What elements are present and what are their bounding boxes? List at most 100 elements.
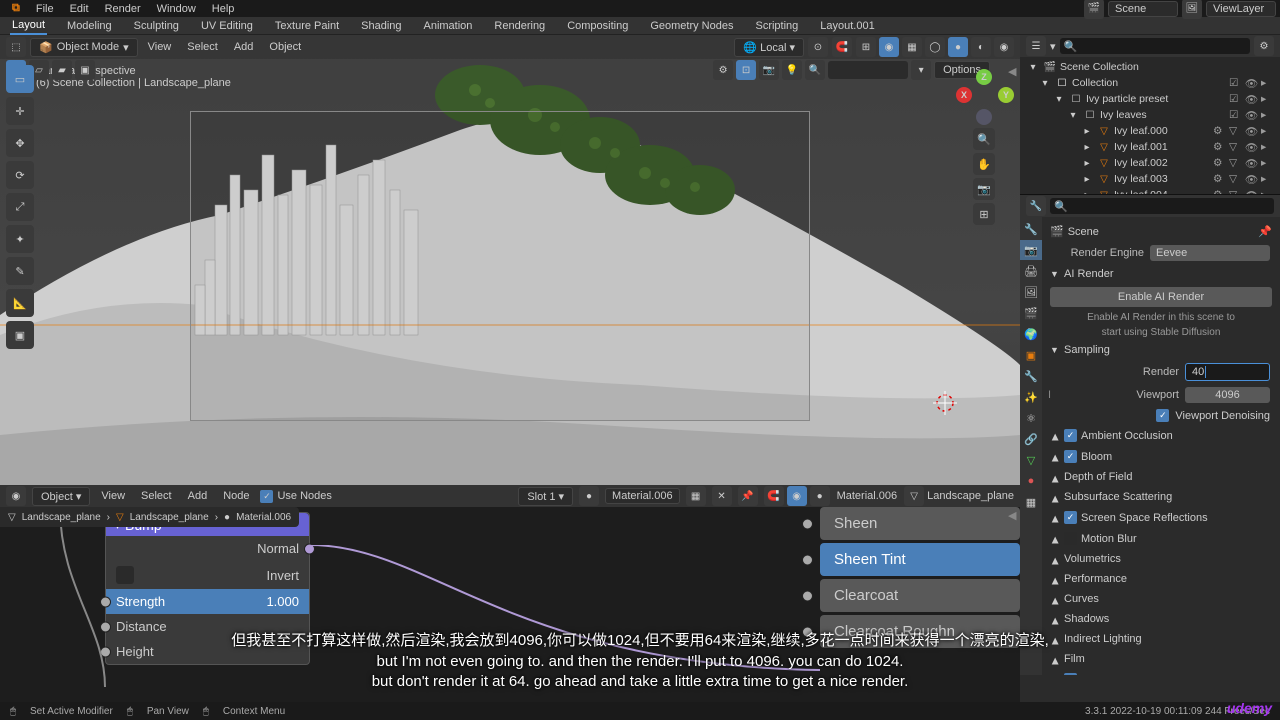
ptab-material[interactable]: ●: [1020, 471, 1042, 491]
select-mode3-icon[interactable]: ▰: [52, 60, 72, 80]
panel-depth-of-field[interactable]: ▶Depth of Field: [1048, 467, 1274, 487]
bump-strength-value[interactable]: 1.000: [266, 594, 299, 609]
ne-editor-icon[interactable]: ◉: [6, 486, 26, 506]
menu-window[interactable]: Window: [149, 3, 204, 15]
ne-snap-icon[interactable]: 🧲: [764, 486, 784, 506]
menu-object[interactable]: Object: [263, 41, 307, 53]
material-new-icon[interactable]: ✕: [712, 486, 732, 506]
vis-overlay-icon[interactable]: ⊡: [736, 60, 756, 80]
shading-matprev-icon[interactable]: ◐: [971, 37, 991, 57]
tool-scale[interactable]: ⤢: [6, 193, 34, 221]
tree-item[interactable]: ▸▽Ivy leaf.001⚙▽👁▸: [1024, 139, 1276, 155]
overlay-toggle-icon[interactable]: ◉: [879, 37, 899, 57]
ptab-data[interactable]: ▽: [1020, 450, 1042, 470]
menu-select[interactable]: Select: [181, 41, 224, 53]
pin-icon[interactable]: 📌: [1258, 225, 1272, 238]
tab-layout[interactable]: Layout: [10, 17, 47, 35]
ne-mode-dropdown[interactable]: Object ▾: [32, 487, 90, 506]
tool-cursor[interactable]: ✛: [6, 97, 34, 125]
ptab-texture[interactable]: ▦: [1020, 492, 1042, 512]
camera-icon[interactable]: 📷: [973, 178, 995, 200]
outliner[interactable]: ☰ ▾ 🔍 ⚙ ▾🎬Scene Collection ▾☐Collection☑…: [1020, 35, 1280, 195]
ptab-render[interactable]: 📷: [1020, 240, 1042, 260]
ne-menu-add[interactable]: Add: [183, 490, 213, 502]
menu-view[interactable]: View: [142, 41, 178, 53]
tab-uv[interactable]: UV Editing: [199, 18, 255, 34]
ne-overlay-icon[interactable]: ◉: [787, 486, 807, 506]
ptab-output[interactable]: 🖨: [1020, 261, 1042, 281]
tab-compositing[interactable]: Compositing: [565, 18, 630, 34]
ptab-physics[interactable]: ⚛: [1020, 408, 1042, 428]
scene-name-field[interactable]: Scene: [1108, 1, 1178, 17]
persp-icon[interactable]: ⊞: [973, 203, 995, 225]
material-browse-icon[interactable]: ▦: [686, 486, 706, 506]
viewport-samples-input[interactable]: 4096: [1185, 387, 1270, 403]
pin-icon[interactable]: 📌: [738, 486, 758, 506]
ne-sidebar-toggle-icon[interactable]: ◀: [1008, 509, 1018, 522]
shader-clearcoat[interactable]: Clearcoat: [820, 579, 1020, 612]
tab-texpaint[interactable]: Texture Paint: [273, 18, 341, 34]
shading-wire-icon[interactable]: ◯: [925, 37, 945, 57]
xray-icon[interactable]: ▦: [902, 37, 922, 57]
outliner-search[interactable]: 🔍: [1060, 38, 1250, 54]
outliner-editor-icon[interactable]: ☰: [1026, 36, 1046, 56]
ne-menu-select[interactable]: Select: [136, 490, 177, 502]
outliner-display-dropdown[interactable]: ▾: [1050, 40, 1056, 53]
search-icon[interactable]: 🔍: [805, 60, 825, 80]
shading-render-icon[interactable]: ◉: [994, 37, 1014, 57]
ptab-world[interactable]: 🌍: [1020, 324, 1042, 344]
panel-sampling[interactable]: ▼Sampling: [1048, 340, 1274, 360]
panel-screen-space-reflections[interactable]: ▶✓Screen Space Reflections: [1048, 507, 1274, 528]
editor-type-icon[interactable]: ⬚: [6, 37, 26, 57]
search-viewport-input[interactable]: [828, 61, 908, 79]
tree-scene-collection[interactable]: ▾🎬Scene Collection: [1024, 59, 1276, 75]
pan-icon[interactable]: ✋: [973, 153, 995, 175]
tool-annotate[interactable]: ✎: [6, 257, 34, 285]
vis-light-icon[interactable]: 💡: [782, 60, 802, 80]
shading-solid-icon[interactable]: ●: [948, 37, 968, 57]
tree-item[interactable]: ▾☐Ivy leaves☑👁▸: [1024, 107, 1276, 123]
panel-volumetrics[interactable]: ▶Volumetrics: [1048, 549, 1274, 569]
ptab-constraint[interactable]: 🔗: [1020, 429, 1042, 449]
snap-icon[interactable]: 🧲: [832, 37, 852, 57]
enable-ai-render-button[interactable]: Enable AI Render: [1050, 287, 1272, 307]
filter-icon[interactable]: ▾: [911, 60, 931, 80]
tree-item[interactable]: ▸▽Ivy leaf.004⚙▽👁▸: [1024, 187, 1276, 195]
tool-move[interactable]: ✥: [6, 129, 34, 157]
ptab-tool[interactable]: 🔧: [1020, 219, 1042, 239]
menu-render[interactable]: Render: [97, 3, 149, 15]
panel-ambient-occlusion[interactable]: ▶✓Ambient Occlusion: [1048, 425, 1274, 446]
tree-item[interactable]: ▸▽Ivy leaf.003⚙▽👁▸: [1024, 171, 1276, 187]
outliner-filter-icon[interactable]: ⚙: [1254, 36, 1274, 56]
tab-modeling[interactable]: Modeling: [65, 18, 114, 34]
tab-sculpting[interactable]: Sculpting: [132, 18, 181, 34]
ptab-object[interactable]: ▣: [1020, 345, 1042, 365]
mode-dropdown[interactable]: 📦Object Mode▾: [30, 38, 138, 57]
panel-bloom[interactable]: ▶✓Bloom: [1048, 446, 1274, 467]
render-samples-input[interactable]: 40: [1185, 363, 1270, 381]
vis-camera-icon[interactable]: 📷: [759, 60, 779, 80]
props-editor-icon[interactable]: 🔧: [1026, 196, 1046, 216]
tool-addcube[interactable]: ▣: [6, 321, 34, 349]
tool-transform[interactable]: ✦: [6, 225, 34, 253]
tool-rotate[interactable]: ⟳: [6, 161, 34, 189]
tab-shading[interactable]: Shading: [359, 18, 403, 34]
ptab-viewlayer[interactable]: 🖼: [1020, 282, 1042, 302]
sidebar-toggle-icon[interactable]: ◀: [1008, 65, 1018, 79]
pivot-icon[interactable]: ⊙: [808, 37, 828, 57]
tree-item[interactable]: ▸▽Ivy leaf.000⚙▽👁▸: [1024, 123, 1276, 139]
ne-menu-view[interactable]: View: [96, 490, 130, 502]
tab-rendering[interactable]: Rendering: [492, 18, 547, 34]
render-engine-dropdown[interactable]: Eevee: [1150, 245, 1270, 261]
zoom-icon[interactable]: 🔍: [973, 128, 995, 150]
ptab-modifier[interactable]: 🔧: [1020, 366, 1042, 386]
props-search[interactable]: 🔍: [1050, 198, 1274, 214]
ptab-particles[interactable]: ✨: [1020, 387, 1042, 407]
viewport-denoise-checkbox[interactable]: ✓: [1156, 409, 1169, 422]
3d-viewport[interactable]: ⬚ 📦Object Mode▾ View Select Add Object 🌐…: [0, 35, 1020, 485]
tree-item[interactable]: ▾☐Ivy particle preset☑👁▸: [1024, 91, 1276, 107]
orientation-dropdown[interactable]: 🌐 Local ▾: [734, 38, 804, 57]
panel-shadows[interactable]: ▶Shadows: [1048, 609, 1274, 629]
tool-measure[interactable]: 📐: [6, 289, 34, 317]
tab-geonodes[interactable]: Geometry Nodes: [648, 18, 735, 34]
